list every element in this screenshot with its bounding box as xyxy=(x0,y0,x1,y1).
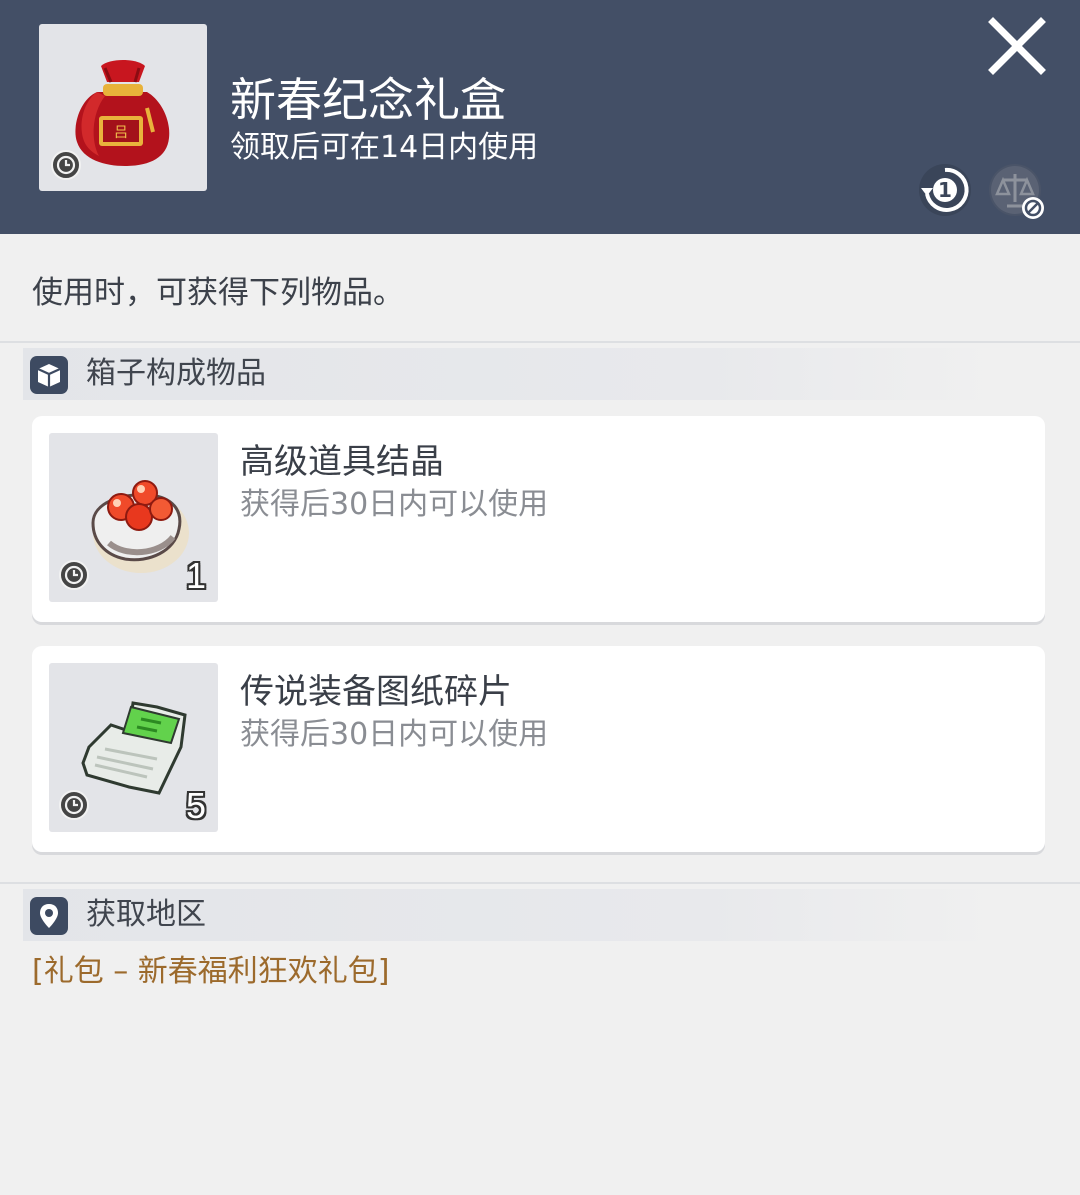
expiry-clock-icon xyxy=(59,790,89,820)
list-item[interactable]: 1 高级道具结晶 获得后30日内可以使用 xyxy=(32,416,1045,622)
list-item[interactable]: 5 传说装备图纸碎片 获得后30日内可以使用 xyxy=(32,646,1045,852)
item-description: 使用时，可获得下列物品。 xyxy=(32,275,404,311)
item-expiry-text: 获得后30日内可以使用 xyxy=(240,717,549,752)
svg-text:吕: 吕 xyxy=(114,125,128,141)
item-icon-frame: 1 xyxy=(49,433,218,602)
item-icon-frame: 吕 xyxy=(39,24,207,191)
item-name: 传说装备图纸碎片 xyxy=(240,672,512,712)
divider xyxy=(0,341,1080,343)
item-name: 高级道具结晶 xyxy=(240,442,444,482)
contents-section-title: 箱子构成物品 xyxy=(86,356,266,391)
region-link[interactable]: [礼包 – 新春福利狂欢礼包] xyxy=(32,950,389,994)
item-quantity: 5 xyxy=(185,785,206,826)
close-button[interactable] xyxy=(985,14,1049,78)
close-icon xyxy=(988,17,1046,75)
expiry-clock-icon xyxy=(59,560,89,590)
region-section-title: 获取地区 xyxy=(86,897,206,932)
contents-section-header: 箱子构成物品 xyxy=(23,348,1000,400)
item-header: 吕 新春纪念礼盒 领取后可在14日内使用 1 xyxy=(0,0,1080,234)
divider xyxy=(0,882,1080,884)
location-pin-icon xyxy=(30,897,68,935)
no-trade-scale-icon xyxy=(989,164,1044,219)
expiry-clock-icon xyxy=(51,150,81,180)
item-expiry-text: 领取后可在14日内使用 xyxy=(230,130,539,165)
item-quantity: 1 xyxy=(185,555,206,596)
box-icon xyxy=(30,356,68,394)
item-icon-frame: 5 xyxy=(49,663,218,832)
trade-limit-1-icon: 1 xyxy=(919,164,971,216)
svg-text:1: 1 xyxy=(938,178,952,202)
region-section-header: 获取地区 xyxy=(23,889,1000,941)
item-expiry-text: 获得后30日内可以使用 xyxy=(240,487,549,522)
item-title: 新春纪念礼盒 xyxy=(230,73,506,127)
